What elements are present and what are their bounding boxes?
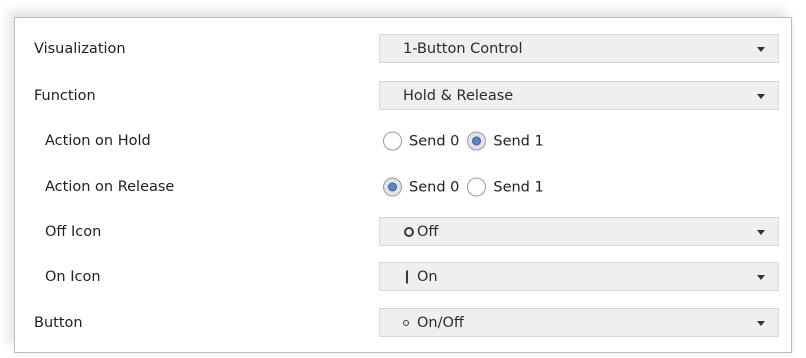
button-label: Button	[34, 315, 83, 331]
button-value: On/Off	[417, 314, 464, 331]
small-ring-icon	[403, 319, 409, 326]
action-on-hold-radio-group: Send 0 Send 1	[383, 131, 552, 151]
on-icon-select[interactable]: On	[379, 262, 779, 291]
visualization-row: Visualization 1-Button Control	[15, 34, 791, 64]
visualization-select[interactable]: 1-Button Control	[379, 34, 779, 63]
off-icon-label: Off Icon	[45, 224, 102, 240]
chevron-down-icon	[757, 230, 765, 235]
radio-button[interactable]	[383, 131, 402, 151]
button-row: Button On/Off	[15, 308, 791, 338]
action-on-release-label: Action on Release	[45, 179, 175, 195]
parameters-panel: Visualization 1-Button Control Function …	[14, 17, 792, 353]
on-icon-label: On Icon	[45, 269, 101, 285]
bar-icon	[406, 270, 408, 283]
action-on-hold-label: Action on Hold	[45, 133, 151, 149]
chevron-down-icon	[757, 94, 765, 99]
function-value: Hold & Release	[403, 87, 514, 104]
chevron-down-icon	[757, 321, 765, 326]
off-icon-row: Off Icon Off	[15, 217, 791, 247]
radio-label: Send 0	[409, 133, 460, 149]
button-select[interactable]: On/Off	[379, 308, 779, 337]
action-on-hold-row: Action on Hold Send 0 Send 1	[15, 126, 791, 156]
action-on-release-row: Action on Release Send 0 Send 1	[15, 172, 791, 202]
visualization-label: Visualization	[34, 41, 126, 57]
chevron-down-icon	[757, 47, 765, 52]
radio-button-selected[interactable]	[383, 177, 402, 197]
function-select[interactable]: Hold & Release	[379, 81, 779, 110]
function-row: Function Hold & Release	[15, 81, 791, 111]
action-on-hold-send-0-option[interactable]: Send 0	[383, 131, 460, 151]
chevron-down-icon	[757, 275, 765, 280]
off-icon-select[interactable]: Off	[379, 217, 779, 246]
action-on-hold-send-1-option[interactable]: Send 1	[467, 131, 544, 151]
radio-label: Send 1	[493, 179, 544, 195]
radio-label: Send 1	[493, 133, 544, 149]
function-label: Function	[34, 88, 96, 104]
action-on-release-send-1-option[interactable]: Send 1	[467, 177, 544, 197]
on-icon-row: On Icon On	[15, 262, 791, 292]
action-on-release-send-0-option[interactable]: Send 0	[383, 177, 460, 197]
radio-button-selected[interactable]	[467, 131, 487, 151]
radio-label: Send 0	[409, 179, 460, 195]
radio-button[interactable]	[467, 177, 487, 197]
on-icon-value: On	[417, 268, 438, 285]
off-icon-value: Off	[417, 223, 439, 240]
ring-icon	[404, 226, 414, 237]
visualization-value: 1-Button Control	[403, 40, 523, 57]
action-on-release-radio-group: Send 0 Send 1	[383, 177, 552, 197]
